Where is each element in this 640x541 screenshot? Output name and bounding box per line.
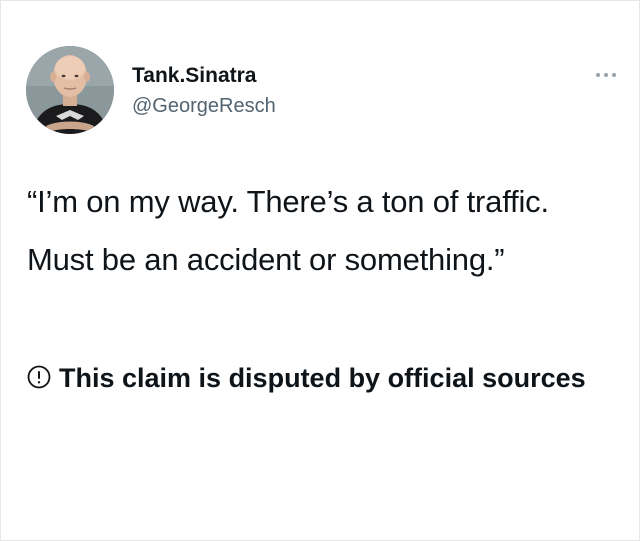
disputed-claim-notice[interactable]: This claim is disputed by official sourc… bbox=[27, 351, 617, 407]
tweet-text: “I’m on my way. There’s a ton of traffic… bbox=[27, 184, 549, 277]
avatar[interactable] bbox=[26, 46, 114, 134]
info-icon bbox=[27, 353, 51, 407]
disputed-notice-text: This claim is disputed by official sourc… bbox=[59, 363, 586, 393]
author-handle[interactable]: @GeorgeResch bbox=[132, 95, 276, 118]
avatar-image bbox=[26, 46, 114, 134]
author-display-name[interactable]: Tank.Sinatra bbox=[132, 64, 256, 88]
tweet-card: Tank.Sinatra @GeorgeResch “I’m on my way… bbox=[0, 0, 640, 541]
more-horizontal-icon[interactable] bbox=[594, 65, 618, 85]
